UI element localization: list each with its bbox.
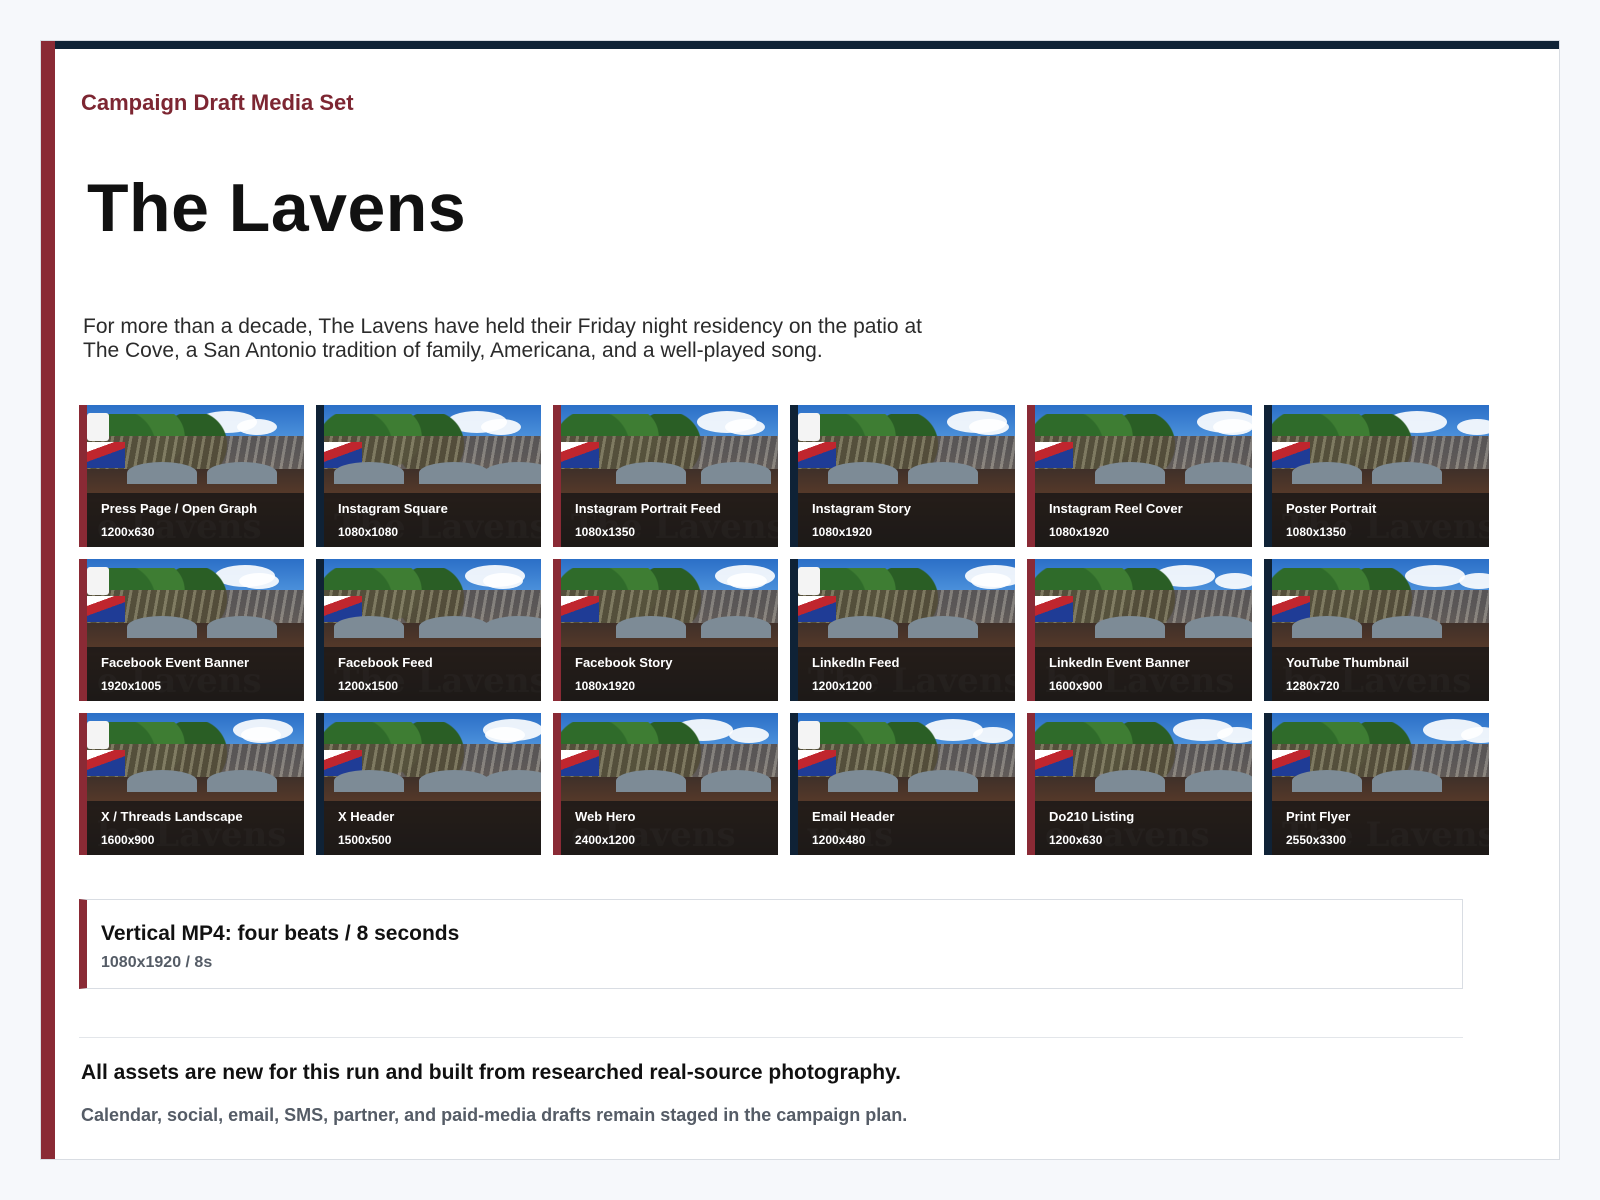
video-meta: 1080x1920 / 8s <box>101 954 213 971</box>
asset-size: 1200x1500 <box>338 679 399 693</box>
asset-size: 1200x480 <box>812 833 866 847</box>
asset-size: 1500x500 <box>338 833 392 847</box>
asset-label: Press Page / Open Graph <box>101 501 258 516</box>
top-accent-bar <box>41 41 1559 49</box>
asset-label: Poster Portrait <box>1286 501 1377 516</box>
video-card[interactable]: Vertical MP4: four beats / 8 seconds 108… <box>79 899 1463 989</box>
asset-size: 1200x630 <box>1049 833 1103 847</box>
asset-tile[interactable]: vensEmail Header1200x480 <box>790 713 1015 855</box>
logo-badge <box>87 721 109 749</box>
asset-label: Instagram Portrait Feed <box>575 501 721 516</box>
asset-size: 2550x3300 <box>1286 833 1347 847</box>
asset-size: 1080x1920 <box>1049 525 1110 539</box>
left-accent-bar <box>41 41 55 1159</box>
asset-label: Instagram Reel Cover <box>1049 501 1183 516</box>
asset-label: X Header <box>338 809 395 824</box>
asset-tile[interactable]: Facebook Story 1080x1920 <box>553 559 778 701</box>
asset-size: 1920x1005 <box>101 679 162 693</box>
asset-label: Email Header <box>812 809 895 824</box>
asset-label: X / Threads Landscape <box>101 809 243 824</box>
logo-badge <box>798 721 820 749</box>
asset-label: Web Hero <box>575 809 636 824</box>
asset-tile[interactable]: he LavensLinkedIn Event Banner1600x900 <box>1027 559 1252 701</box>
asset-tile[interactable]: The LavensLinkedIn Feed1200x1200 <box>790 559 1015 701</box>
logo-badge <box>87 413 109 441</box>
footer-headline: All assets are new for this run and buil… <box>81 1061 901 1084</box>
asset-label: Facebook Feed <box>338 655 433 670</box>
logo-badge <box>798 567 820 595</box>
asset-size: 1600x900 <box>101 833 155 847</box>
asset-size: 1200x1200 <box>812 679 873 693</box>
asset-tile[interactable]: e LavensDo210 Listing1200x630 <box>1027 713 1252 855</box>
logo-badge <box>798 413 820 441</box>
asset-size: 1080x1350 <box>575 525 636 539</box>
asset-label: Facebook Story <box>575 655 673 670</box>
asset-label: Print Flyer <box>1286 809 1351 824</box>
asset-tile[interactable]: e LavensPress Page / Open Graph1200x630 <box>79 405 304 547</box>
video-title: Vertical MP4: four beats / 8 seconds <box>101 922 460 945</box>
asset-label: Instagram Story <box>812 501 911 516</box>
asset-label: Do210 Listing <box>1049 809 1135 824</box>
asset-tile[interactable]: The LavensFacebook Feed1200x1500 <box>316 559 541 701</box>
asset-size: 1200x630 <box>101 525 155 539</box>
asset-label: LinkedIn Event Banner <box>1049 655 1190 670</box>
logo-badge <box>87 567 109 595</box>
media-set-sheet: Campaign Draft Media Set The Lavens For … <box>40 40 1560 1160</box>
asset-tile[interactable]: The LavensPoster Portrait1080x1350 <box>1264 405 1489 547</box>
asset-tile[interactable]: e LavensWeb Hero2400x1200 <box>553 713 778 855</box>
asset-tile[interactable]: e LavensFacebook Event Banner1920x1005 <box>79 559 304 701</box>
divider <box>79 1037 1463 1038</box>
eyebrow-label: Campaign Draft Media Set <box>81 90 354 115</box>
asset-label: Facebook Event Banner <box>101 655 250 670</box>
asset-label: LinkedIn Feed <box>812 655 900 670</box>
asset-tile[interactable]: X Header 1500x500 <box>316 713 541 855</box>
asset-size: 1080x1920 <box>575 679 636 693</box>
asset-size: 1080x1350 <box>1286 525 1347 539</box>
page-title: The Lavens <box>87 170 467 246</box>
asset-size: 1080x1920 <box>812 525 873 539</box>
asset-size: 2400x1200 <box>575 833 636 847</box>
asset-size: 1600x900 <box>1049 679 1103 693</box>
asset-tile[interactable]: he LavensX / Threads Landscape1600x900 <box>79 713 304 855</box>
asset-tile[interactable]: The LavensInstagram Square1080x1080 <box>316 405 541 547</box>
asset-tile[interactable]: he LavensYouTube Thumbnail1280x720 <box>1264 559 1489 701</box>
asset-size: 1080x1080 <box>338 525 399 539</box>
asset-tile[interactable]: The LavensPrint Flyer2550x3300 <box>1264 713 1489 855</box>
asset-tile[interactable]: Instagram Reel Cover 1080x1920 <box>1027 405 1252 547</box>
asset-tile[interactable]: The LavensInstagram Portrait Feed1080x13… <box>553 405 778 547</box>
asset-label: YouTube Thumbnail <box>1286 655 1410 670</box>
asset-label: Instagram Square <box>338 501 448 516</box>
footer-note: Calendar, social, email, SMS, partner, a… <box>81 1105 908 1125</box>
asset-size: 1280x720 <box>1286 679 1340 693</box>
asset-grid: e LavensPress Page / Open Graph1200x630T… <box>79 405 1519 855</box>
asset-tile[interactable]: Instagram Story 1080x1920 <box>790 405 1015 547</box>
intro-paragraph: For more than a decade, The Lavens have … <box>83 315 922 362</box>
